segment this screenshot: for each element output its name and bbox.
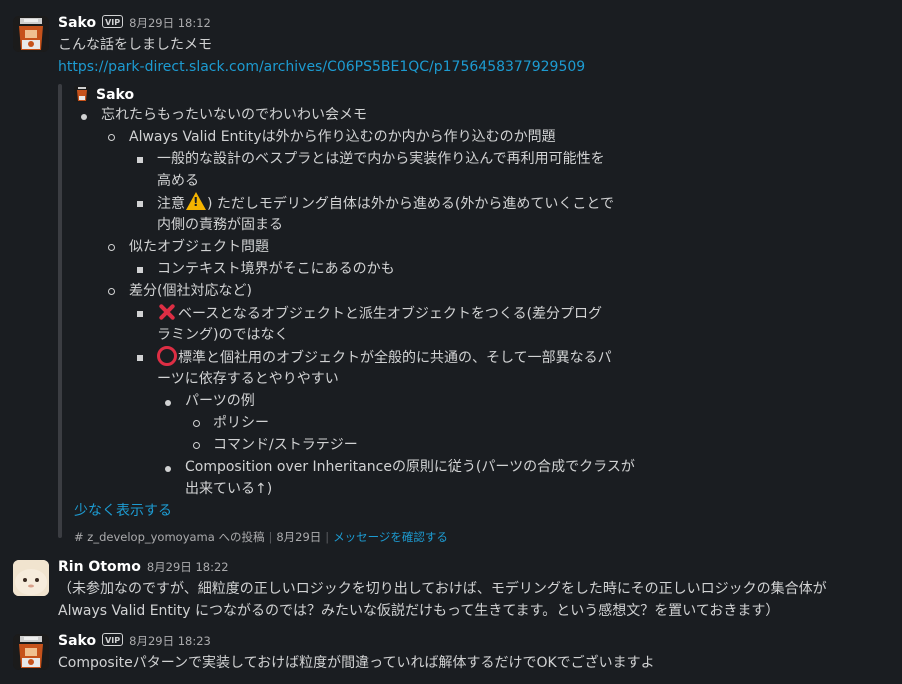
channel-link[interactable]: # z_develop_yomoyama への投稿: [74, 530, 264, 544]
circle-icon: [157, 346, 177, 366]
timestamp[interactable]: 8月29日 18:12: [129, 16, 211, 30]
list-item: ポリシー: [213, 415, 269, 431]
bullet-circle: [193, 442, 200, 449]
avatar[interactable]: [74, 86, 90, 102]
view-message-link[interactable]: メッセージを確認する: [333, 530, 448, 544]
list-item-continued: 高める: [157, 173, 199, 189]
list-item-continued: ラミング)のではなく: [157, 327, 289, 343]
quote-date[interactable]: 8月29日: [276, 530, 321, 544]
message-text: Compositeパターンで実装しておけば粒度が間違っていれば解体するだけでOK…: [58, 655, 655, 671]
list-item: コマンド/ストラテジー: [213, 437, 358, 453]
message-text-line: Always Valid Entity につながるのでは？みたいな仮説だけもって…: [58, 603, 780, 619]
message-header: Rin Otomo 8月29日 18:22: [58, 556, 229, 578]
list-item: 差分(個社対応など): [129, 283, 252, 299]
author-name[interactable]: Sako: [58, 15, 96, 31]
bullet-circle: [108, 244, 115, 251]
avatar[interactable]: [13, 634, 49, 670]
list-item-prefix: 注意: [157, 196, 185, 212]
bullet-square: [137, 267, 143, 273]
bullet-disc: [81, 114, 87, 120]
list-item: ベースとなるオブジェクトと派生オブジェクトをつくる(差分プログ: [157, 302, 602, 325]
quoted-author: Sako: [74, 84, 134, 106]
list-item: Always Valid Entityは外から作り込むのか内から作り込むのか問題: [129, 129, 556, 145]
list-item: 忘れたらもったいないのでわいわい会メモ: [101, 107, 367, 123]
avatar[interactable]: [13, 16, 49, 52]
message-rin-otomo[interactable]: Rin Otomo 8月29日 18:22 （未参加なのですが、細粒度の正しいロジ…: [0, 550, 902, 624]
quote-footer: # z_develop_yomoyama への投稿 | 8月29日 | メッセージを確認…: [74, 526, 448, 548]
message-sako-2[interactable]: Sako VIP 8月29日 18:23 Compositeパターンで実装しておけば…: [0, 628, 902, 684]
cross-mark-icon: [157, 302, 177, 322]
avatar[interactable]: [13, 560, 49, 596]
timestamp[interactable]: 8月29日 18:22: [147, 560, 229, 574]
show-less-link[interactable]: 少なく表示する: [74, 500, 172, 522]
message-text-line: （未参加なのですが、細粒度の正しいロジックを切り出しておけば、モデリングをした時…: [58, 581, 827, 597]
timestamp[interactable]: 8月29日 18:23: [129, 634, 211, 648]
list-item-continued: ーツに依存するとやりやすい: [157, 371, 339, 387]
list-item-text: ベースとなるオブジェクトと派生オブジェクトをつくる(差分プログ: [178, 306, 603, 322]
quoted-author-name[interactable]: Sako: [96, 87, 134, 103]
bullet-circle: [108, 288, 115, 295]
warning-icon: [186, 192, 206, 210]
list-item: コンテキスト境界がそこにあるのかも: [157, 261, 395, 277]
vip-badge: VIP: [102, 633, 124, 646]
list-item-text: ) ただしモデリング自体は外から進める(外から進めていくことで: [207, 196, 614, 212]
bullet-circle: [108, 134, 115, 141]
list-item-continued: 内側の責務が固まる: [157, 217, 283, 233]
list-item-text: 標準と個社用のオブジェクトが全般的に共通の、そして一部異なるパ: [178, 350, 612, 366]
bullet-disc: [165, 400, 171, 406]
separator: |: [268, 530, 273, 544]
list-item: 標準と個社用のオブジェクトが全般的に共通の、そして一部異なるパ: [157, 346, 612, 369]
author-name[interactable]: Sako: [58, 633, 96, 649]
vip-badge: VIP: [102, 15, 124, 28]
message-link[interactable]: https://park-direct.slack.com/archives/C…: [58, 56, 585, 78]
list-item: 一般的な設計のベスプラとは逆で内から実装作り込んで再利用可能性を: [157, 151, 605, 167]
bullet-square: [137, 311, 143, 317]
list-item: Composition over Inheritanceの原則に従う(パーツの合…: [185, 459, 635, 475]
bullet-square: [137, 355, 143, 361]
list-item: パーツの例: [185, 393, 255, 409]
message-header: Sako VIP 8月29日 18:23: [58, 630, 211, 652]
quote-bar: [58, 84, 62, 538]
author-name[interactable]: Rin Otomo: [58, 559, 141, 575]
message-header: Sako VIP 8月29日 18:12: [58, 12, 211, 34]
bullet-square: [137, 157, 143, 163]
message-sako-1[interactable]: Sako VIP 8月29日 18:12 こんな話をしましたメモ https://p…: [0, 0, 902, 546]
bullet-circle: [193, 420, 200, 427]
message-text: こんな話をしましたメモ: [58, 37, 212, 53]
separator: |: [325, 530, 330, 544]
list-item: 似たオブジェクト問題: [129, 239, 269, 255]
list-item-continued: 出来ている↑): [185, 481, 273, 497]
list-item: 注意 ) ただしモデリング自体は外から進める(外から進めていくことで: [157, 192, 614, 215]
bullet-square: [137, 201, 143, 207]
bullet-disc: [165, 466, 171, 472]
